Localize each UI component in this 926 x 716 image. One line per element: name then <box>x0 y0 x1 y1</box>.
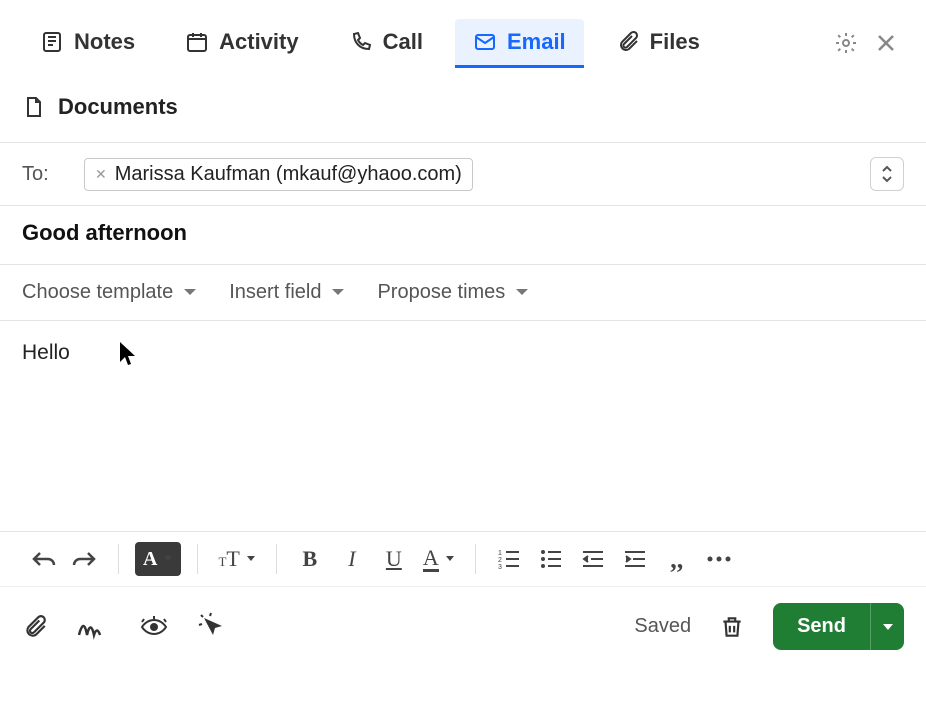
tab-label: Call <box>383 29 423 55</box>
visibility-button[interactable] <box>138 615 170 639</box>
numbered-list-button[interactable]: 123 <box>492 542 526 576</box>
attach-button[interactable] <box>22 613 48 641</box>
blockquote-button[interactable]: ,, <box>660 542 694 576</box>
saved-status: Saved <box>634 615 691 638</box>
tab-email[interactable]: Email <box>455 19 584 68</box>
phone-icon <box>349 30 373 54</box>
svg-text:2: 2 <box>498 557 502 564</box>
font-size-button[interactable]: TT <box>214 542 259 576</box>
indent-button[interactable] <box>618 542 652 576</box>
svg-text:3: 3 <box>498 564 502 570</box>
pointer-button[interactable] <box>198 612 228 642</box>
email-body-text: Hello <box>22 341 70 364</box>
send-options-button[interactable] <box>870 603 904 650</box>
caret-down-icon <box>246 555 256 563</box>
tab-files[interactable]: Files <box>598 19 718 68</box>
caret-down-icon <box>183 288 197 298</box>
remove-recipient-icon[interactable]: ✕ <box>95 166 107 183</box>
caret-down-icon <box>882 622 894 632</box>
documents-row[interactable]: Documents <box>0 72 926 143</box>
tabs-bar: Notes Activity Call Email Files <box>0 0 926 72</box>
delete-button[interactable] <box>719 613 745 641</box>
recipient-chip[interactable]: ✕ Marissa Kaufman (mkauf@yhaoo.com) <box>84 158 473 191</box>
close-icon[interactable] <box>874 31 898 55</box>
compose-footer: Saved Send <box>0 586 926 670</box>
caret-down-icon <box>445 555 455 563</box>
paperclip-icon <box>616 30 640 54</box>
italic-button[interactable]: I <box>335 542 369 576</box>
subject-text: Good afternoon <box>22 220 187 245</box>
redo-button[interactable] <box>68 542 102 576</box>
tab-label: Email <box>507 29 566 55</box>
gear-icon[interactable] <box>834 31 858 55</box>
calendar-icon <box>185 30 209 54</box>
header-actions <box>834 31 898 55</box>
template-bar: Choose template Insert field Propose tim… <box>0 265 926 321</box>
mail-icon <box>473 30 497 54</box>
mouse-cursor-icon <box>118 341 138 367</box>
tab-label: Notes <box>74 29 135 55</box>
expand-recipients-button[interactable] <box>870 157 904 191</box>
menu-label: Insert field <box>229 281 321 304</box>
insert-field-button[interactable]: Insert field <box>229 281 345 304</box>
tab-notes[interactable]: Notes <box>22 19 153 68</box>
send-label: Send <box>773 603 870 650</box>
to-label: To: <box>22 163 66 186</box>
font-color-button[interactable]: A <box>419 542 459 576</box>
notes-icon <box>40 30 64 54</box>
documents-label: Documents <box>58 94 178 120</box>
subject-input[interactable]: Good afternoon <box>0 206 926 265</box>
tab-call[interactable]: Call <box>331 19 441 68</box>
tab-label: Activity <box>219 29 298 55</box>
undo-button[interactable] <box>26 542 60 576</box>
underline-button[interactable]: U <box>377 542 411 576</box>
menu-label: Propose times <box>377 281 505 304</box>
caret-down-icon <box>515 288 529 298</box>
menu-label: Choose template <box>22 281 173 304</box>
text-color-button[interactable]: A <box>135 542 181 576</box>
caret-down-icon <box>331 288 345 298</box>
to-row: To: ✕ Marissa Kaufman (mkauf@yhaoo.com) <box>0 143 926 206</box>
signature-button[interactable] <box>76 613 110 641</box>
bold-button[interactable]: B <box>293 542 327 576</box>
tab-label: Files <box>650 29 700 55</box>
more-formatting-button[interactable] <box>702 542 736 576</box>
propose-times-button[interactable]: Propose times <box>377 281 529 304</box>
file-icon <box>22 95 46 119</box>
svg-text:1: 1 <box>498 550 502 557</box>
bulleted-list-button[interactable] <box>534 542 568 576</box>
send-button[interactable]: Send <box>773 603 904 650</box>
outdent-button[interactable] <box>576 542 610 576</box>
tab-activity[interactable]: Activity <box>167 19 316 68</box>
recipient-text: Marissa Kaufman (mkauf@yhaoo.com) <box>115 163 462 186</box>
email-body-input[interactable]: Hello <box>0 321 926 531</box>
formatting-toolbar: A TT B I U A 123 <box>0 531 926 586</box>
caret-down-icon <box>163 555 173 563</box>
choose-template-button[interactable]: Choose template <box>22 281 197 304</box>
